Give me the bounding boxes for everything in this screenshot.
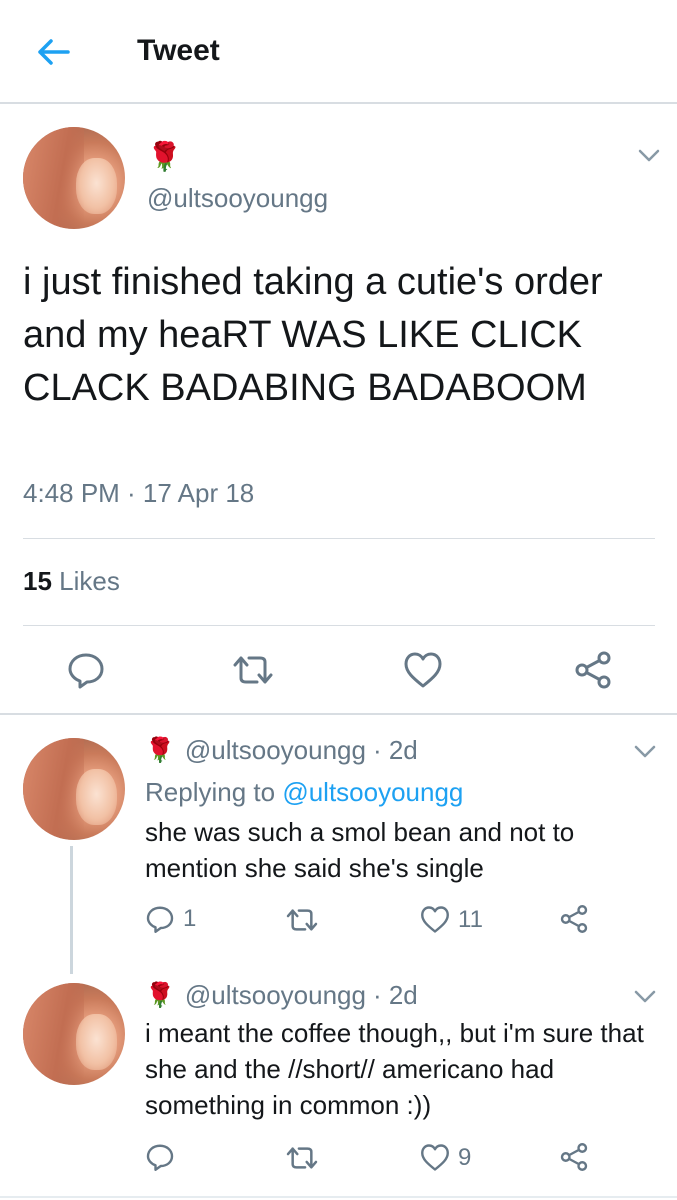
display-name[interactable]: 🌹 bbox=[145, 738, 175, 763]
divider bbox=[23, 625, 655, 626]
chevron-down-icon[interactable] bbox=[636, 146, 662, 166]
reply-icon bbox=[68, 653, 104, 689]
share-button[interactable] bbox=[559, 1142, 589, 1172]
back-button[interactable] bbox=[28, 32, 78, 72]
likes-summary[interactable]: 15 Likes bbox=[23, 566, 120, 597]
reply-header: 🌹 @ultsooyoungg · 2d bbox=[145, 980, 418, 1011]
tweet-timestamp[interactable]: 4:48 PM · 17 Apr 18 bbox=[23, 478, 254, 509]
display-name[interactable]: 🌹 bbox=[145, 983, 175, 1008]
divider bbox=[0, 1196, 677, 1198]
share-button[interactable] bbox=[573, 650, 613, 690]
share-icon bbox=[575, 651, 611, 689]
avatar[interactable] bbox=[23, 127, 125, 229]
reply-text: she was such a smol bean and not to ment… bbox=[145, 817, 575, 883]
user-handle[interactable]: @ultsooyoungg bbox=[185, 735, 366, 766]
tweet-text: i just finished taking a cutie's order a… bbox=[23, 261, 603, 409]
reply-icon bbox=[146, 1144, 174, 1171]
retweet-button[interactable] bbox=[283, 906, 329, 934]
share-button[interactable] bbox=[559, 904, 589, 934]
replying-label: Replying to bbox=[145, 777, 276, 807]
chevron-down-icon[interactable] bbox=[632, 742, 658, 762]
arrow-left-icon bbox=[38, 39, 70, 65]
share-icon bbox=[560, 905, 588, 933]
reply-count: 1 bbox=[183, 905, 197, 932]
tweet-age: · 2d bbox=[372, 980, 418, 1010]
like-count: 9 bbox=[458, 1143, 472, 1171]
mention-link[interactable]: @ultsooyoungg bbox=[282, 777, 463, 807]
replying-to: Replying to @ultsooyoungg bbox=[145, 777, 463, 808]
reply-text: i meant the coffee though,, but i'm sure… bbox=[145, 1018, 644, 1120]
likes-label: Likes bbox=[59, 566, 120, 596]
retweet-icon bbox=[286, 1147, 318, 1169]
heart-icon bbox=[404, 652, 442, 688]
display-name[interactable]: 🌹 bbox=[147, 143, 182, 171]
retweet-icon bbox=[233, 656, 273, 684]
user-handle[interactable]: @ultsooyoungg bbox=[185, 980, 366, 1011]
page-title: Tweet bbox=[137, 34, 220, 67]
retweet-button[interactable] bbox=[283, 1144, 329, 1172]
reply-button[interactable] bbox=[66, 650, 106, 690]
section-divider bbox=[0, 713, 677, 715]
likes-count: 15 bbox=[23, 566, 52, 596]
retweet-icon bbox=[286, 909, 318, 931]
user-handle[interactable]: @ultsooyoungg bbox=[147, 183, 328, 214]
like-count: 11 bbox=[458, 905, 483, 933]
tweet-age: · 2d bbox=[372, 735, 418, 765]
reply-header: 🌹 @ultsooyoungg · 2d bbox=[145, 735, 418, 766]
like-button[interactable] bbox=[403, 651, 443, 689]
avatar[interactable] bbox=[23, 738, 125, 840]
heart-icon bbox=[421, 906, 449, 933]
avatar[interactable] bbox=[23, 983, 125, 1085]
heart-icon bbox=[421, 1144, 449, 1171]
thread-connector bbox=[70, 846, 73, 974]
chevron-down-icon[interactable] bbox=[632, 987, 658, 1007]
share-icon bbox=[560, 1143, 588, 1171]
divider bbox=[23, 538, 655, 539]
top-bar: Tweet bbox=[0, 0, 677, 104]
like-button[interactable]: 9 bbox=[420, 1143, 471, 1172]
reply-button[interactable] bbox=[145, 1142, 183, 1172]
like-button[interactable]: 11 bbox=[420, 905, 483, 934]
reply-icon bbox=[146, 906, 174, 933]
reply-button[interactable]: 1 bbox=[145, 904, 196, 934]
retweet-button[interactable] bbox=[229, 652, 277, 688]
